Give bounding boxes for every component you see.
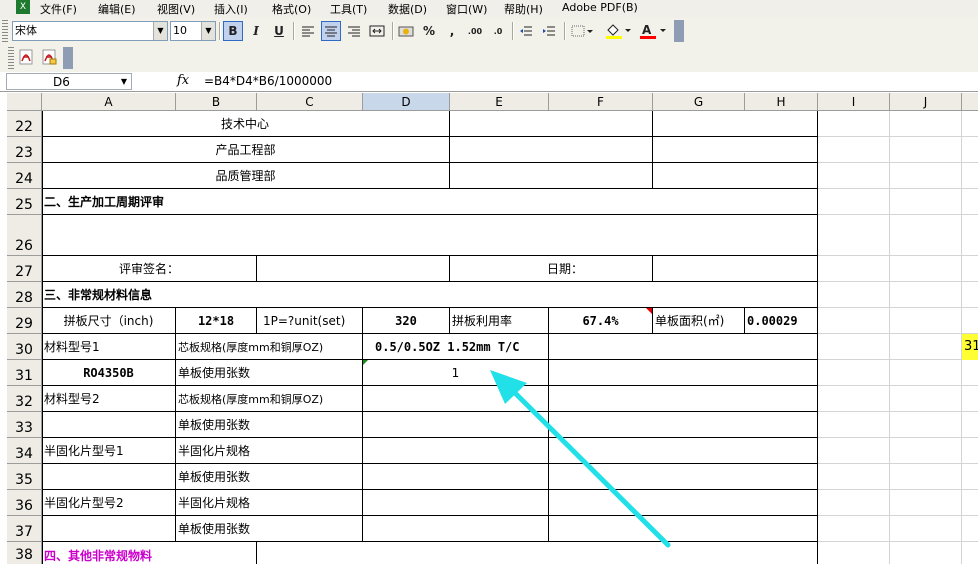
annotation-arrow-icon	[490, 370, 671, 548]
